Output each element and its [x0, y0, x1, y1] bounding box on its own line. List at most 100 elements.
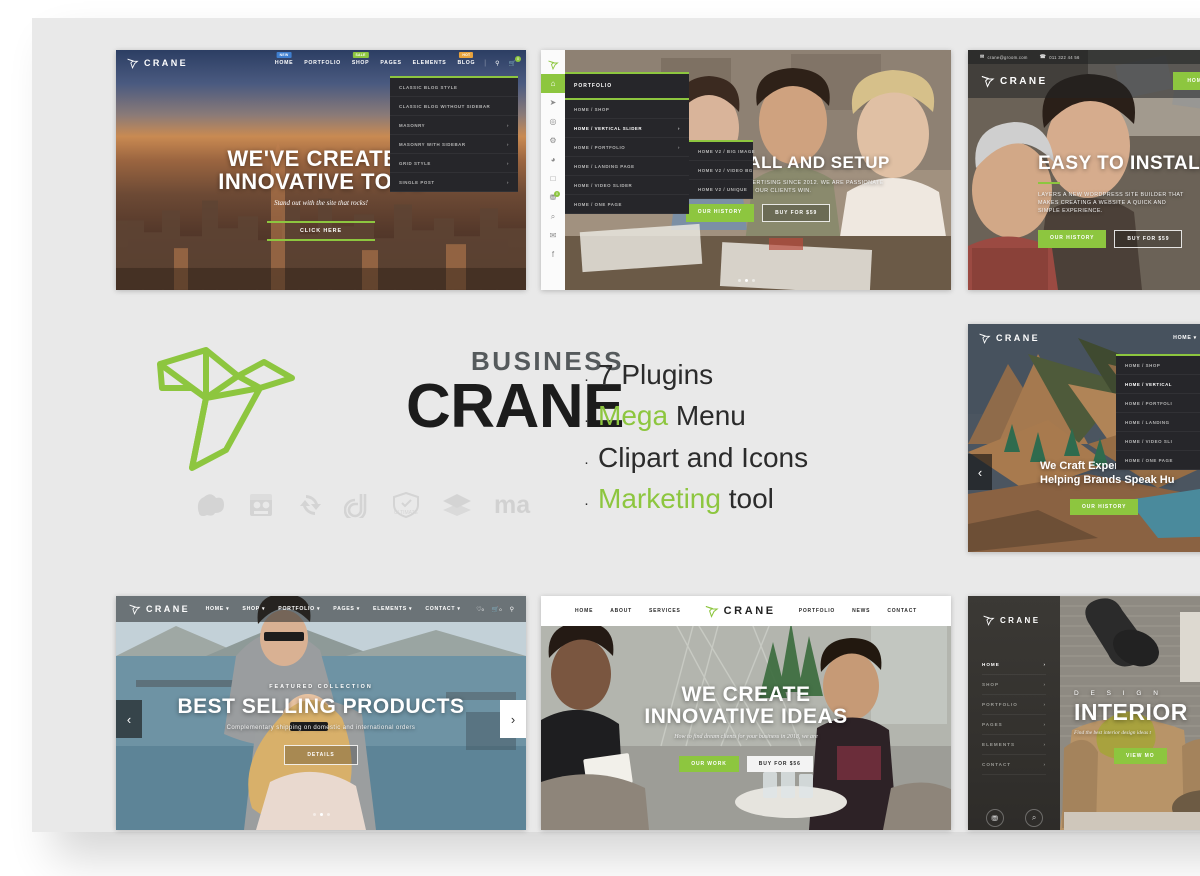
menu-item[interactable]: HOME / VERTICAL SLIDER ›	[565, 119, 689, 138]
cart-icon[interactable]: 🛒 0	[509, 55, 521, 67]
nav-item-portfolio[interactable]: PORTFOLIO	[304, 60, 341, 66]
search-icon[interactable]: ⌕	[541, 207, 565, 226]
cart-icon[interactable]: 🛒0	[492, 606, 502, 613]
card7-cta-button[interactable]: VIEW MO	[1114, 747, 1167, 764]
home-icon[interactable]: ⌂	[541, 74, 565, 93]
card2-submenu[interactable]: HOME V2 / BIG IMAGE HOME V2 / VIDEO BG HOM…	[689, 140, 755, 199]
sidebar-item-home[interactable]: HOME ›	[982, 655, 1046, 675]
nav-item-pages[interactable]: PAGES ▾	[333, 606, 360, 612]
wishlist-icon[interactable]: ♡0	[476, 606, 484, 613]
card1-navbar[interactable]: CRANE HOME NEW PORTFOLIO SHOP SALE PAGES ELEME…	[116, 50, 526, 76]
card2-vertical-sidebar[interactable]: ⌂ ➤ ◎ ⚙ ◕ □ ⛃ 0 ⌕ ✉ f	[541, 50, 565, 290]
gear-icon[interactable]: ⚙	[541, 131, 565, 150]
card4-navbar[interactable]: CRANE HOME ▾SH ▾	[968, 324, 1200, 352]
card6-logo[interactable]: CRANE	[704, 604, 776, 619]
menu-item[interactable]: HOME / VIDEO SLI	[1116, 432, 1200, 451]
search-icon[interactable]: ⚲	[495, 60, 499, 67]
twitter-icon[interactable]: ✉	[541, 226, 565, 245]
sidebar-item-portfolio[interactable]: PORTFOLIO ›	[982, 695, 1046, 715]
card3-secondary-button[interactable]: BUY FOR $59	[1114, 229, 1183, 248]
card1-cta-button[interactable]: CLICK HERE	[267, 223, 375, 239]
card7-menu[interactable]: HOME › SHOP › PORTFOLIO › PAGES › ELEMENTS › CONTA…	[982, 655, 1046, 775]
nav-item-contact[interactable]: CONTACT ▾	[425, 606, 460, 612]
search-tool[interactable]: ⌕SEARCH	[1025, 809, 1044, 830]
card3-primary-button[interactable]: OUR HISTORY	[1038, 229, 1107, 248]
dropdown-item[interactable]: MASONRY ›	[390, 116, 518, 135]
submenu-item[interactable]: HOME V2 / BIG IMAGE	[689, 142, 755, 161]
card3-home-button[interactable]: HOME	[1173, 72, 1200, 90]
slider-dot[interactable]	[326, 813, 330, 816]
nav-item-home[interactable]: HOME ▾	[1173, 335, 1197, 341]
dropdown-item[interactable]: MASONRY WITH SIDEBAR ›	[390, 135, 518, 154]
slider-dot[interactable]	[751, 279, 755, 282]
card-lowpoly-landscape-preview[interactable]: CRANE HOME ▾SH ▾ HOME / SHOPHOME / VERTI…	[968, 324, 1200, 552]
sidebar-item-contact[interactable]: CONTACT ›	[982, 755, 1046, 775]
nav-item-blog[interactable]: BLOG HOT	[457, 52, 475, 66]
card4-logo[interactable]: CRANE	[978, 332, 1040, 345]
menu-item[interactable]: HOME / ONE PAGE	[1116, 451, 1200, 470]
submenu-item[interactable]: HOME V2 / UNIQUE	[689, 180, 753, 199]
card3-navbar[interactable]: CRANE HOME	[968, 64, 1200, 98]
card6-secondary-button[interactable]: BUY FOR $56	[746, 755, 813, 772]
slider-dot[interactable]	[737, 279, 741, 282]
card2-primary-button[interactable]: OUR HISTORY	[685, 203, 755, 222]
nav-item-pages[interactable]: PAGES	[380, 60, 401, 66]
nav-item-home[interactable]: HOME NEW	[275, 52, 293, 66]
nav-item-contact[interactable]: CONTACT	[887, 608, 917, 614]
menu-item[interactable]: HOME / VERTICAL	[1116, 375, 1200, 394]
nav-item-shop[interactable]: SHOP ▾	[242, 606, 265, 612]
sidebar-item-shop[interactable]: SHOP ›	[982, 675, 1046, 695]
card1-logo[interactable]: CRANE	[126, 57, 188, 70]
menu-item[interactable]: HOME / VIDEO SLIDER	[565, 176, 689, 195]
nav-item-shop[interactable]: SHOP SALE	[352, 52, 370, 66]
nav-item-about[interactable]: ABOUT	[610, 608, 632, 614]
card5-slider-dots[interactable]	[116, 813, 526, 816]
menu-item[interactable]: HOME / PORTFOLI	[1116, 394, 1200, 413]
dropdown-item[interactable]: SINGLE POST ›	[390, 173, 518, 192]
nav-item-elements[interactable]: ELEMENTS ▾	[373, 606, 412, 612]
card5-logo[interactable]: CRANE	[128, 603, 190, 616]
card4-cta-button[interactable]: OUR HISTORY	[1070, 499, 1139, 515]
card-centered-logo-preview[interactable]: HOME ABOUT SERVICES CRANE PORTFOLIO NEWS CON…	[541, 596, 951, 830]
card5-prev-arrow[interactable]: ‹	[116, 700, 142, 738]
card3-email[interactable]: ✉ crane@groom.com	[980, 54, 1028, 60]
nav-item-services[interactable]: SERVICES	[649, 608, 681, 614]
card-vertical-menu-preview[interactable]: ⌂ ➤ ◎ ⚙ ◕ □ ⛃ 0 ⌕ ✉ f PORTFOLIO HOME / SHOP HOME / …	[541, 50, 951, 290]
slider-dot[interactable]	[312, 813, 316, 816]
nav-item-portfolio[interactable]: PORTFOLIO	[799, 608, 835, 614]
facebook-icon[interactable]: f	[541, 245, 565, 264]
card6-nav-right[interactable]: PORTFOLIO NEWS CONTACT	[799, 608, 917, 614]
menu-item[interactable]: HOME / LANDING PAGE	[565, 157, 689, 176]
nav-item-portfolio[interactable]: PORTFOLIO ▾	[278, 606, 320, 612]
dropdown-item[interactable]: GRID STYLE ›	[390, 154, 518, 173]
card5-next-arrow[interactable]: ›	[500, 700, 526, 738]
card7-sidebar[interactable]: CRANE HOME › SHOP › PORTFOLIO › PAGES › ELEMENTS…	[968, 596, 1060, 830]
card5-nav-items[interactable]: HOME ▾ SHOP ▾ PORTFOLIO ▾ PAGES ▾ ELEMENTS ▾…	[206, 606, 461, 612]
dropdown-item[interactable]: CLASSIC BLOG WITHOUT SIDEBAR	[390, 97, 518, 116]
card1-blog-dropdown[interactable]: CLASSIC BLOG STYLE CLASSIC BLOG WITHOUT S…	[390, 76, 518, 192]
card4-dropdown[interactable]: HOME / SHOP HOME / VERTICAL HOME / PORTFOL…	[1116, 354, 1200, 470]
card7-tools[interactable]: ⛃MY CART ⌕SEARCH	[982, 809, 1046, 830]
slider-dot[interactable]	[319, 813, 323, 816]
menu-item[interactable]: HOME / LANDING	[1116, 413, 1200, 432]
cart-icon[interactable]: ⛃ 0	[541, 188, 565, 207]
card5-navbar[interactable]: CRANE HOME ▾ SHOP ▾ PORTFOLIO ▾ PAGES ▾ ELEM…	[116, 596, 526, 622]
search-icon[interactable]: ⚲	[510, 606, 514, 613]
card5-cta-button[interactable]: DETAILS	[284, 744, 358, 765]
tablet-icon[interactable]: □	[541, 169, 565, 188]
cart-tool[interactable]: ⛃MY CART	[985, 809, 1005, 830]
menu-item[interactable]: HOME / SHOP	[1116, 356, 1200, 375]
menu-item[interactable]: HOME / SHOP	[565, 100, 689, 119]
card3-topbar[interactable]: ✉ crane@groom.com ☎ 011 322 44 56	[968, 50, 1200, 64]
submenu-item[interactable]: HOME V2 / VIDEO BG	[689, 161, 753, 180]
sidebar-item-pages[interactable]: PAGES ›	[982, 715, 1046, 735]
dropdown-item[interactable]: CLASSIC BLOG STYLE	[390, 78, 518, 97]
menu-item[interactable]: HOME / PORTFOLIO ›	[565, 138, 689, 157]
card6-nav-left[interactable]: HOME ABOUT SERVICES	[575, 608, 681, 614]
card4-nav-items[interactable]: HOME ▾SH ▾	[1173, 335, 1200, 341]
card6-primary-button[interactable]: OUR WORK	[679, 755, 739, 772]
nav-item-home[interactable]: HOME ▾	[206, 606, 230, 612]
card7-logo[interactable]: CRANE	[982, 614, 1046, 627]
nav-item-elements[interactable]: ELEMENTS	[413, 60, 447, 66]
card-topbar-homepage-preview[interactable]: ✉ crane@groom.com ☎ 011 322 44 56 CRANE HO…	[968, 50, 1200, 290]
